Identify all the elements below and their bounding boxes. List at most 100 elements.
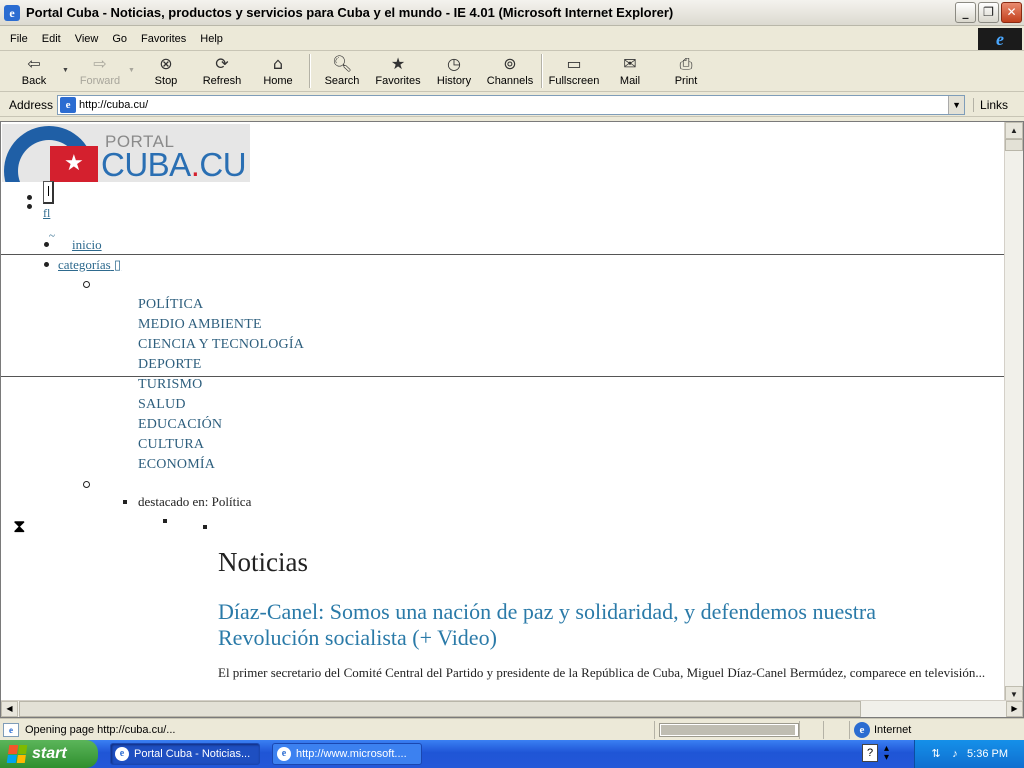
list-square-bullet: [203, 525, 207, 529]
taskbar-item-portal-cuba[interactable]: e Portal Cuba - Noticias...: [110, 743, 260, 765]
fullscreen-icon: ▭: [566, 54, 582, 73]
fullscreen-button[interactable]: ▭ Fullscreen: [546, 52, 602, 90]
status-text: Opening page http://cuba.cu/...: [25, 723, 176, 736]
hourglass-cursor-icon: ⧗: [13, 516, 26, 536]
category-educacion[interactable]: EDUCACIÓN: [138, 417, 222, 433]
cuban-flag-emblem-icon: ★: [2, 126, 98, 182]
forward-arrow-icon: ⇨: [93, 54, 107, 73]
taskbar-item-microsoft[interactable]: e http://www.microsoft....: [272, 743, 422, 765]
back-dropdown-icon[interactable]: ▼: [62, 52, 72, 90]
menu-toggle-button[interactable]: [43, 181, 54, 204]
volume-icon[interactable]: ♪: [948, 747, 962, 761]
window-title: Portal Cuba - Noticias, productos y serv…: [26, 5, 674, 20]
menu-favorites[interactable]: Favorites: [141, 33, 186, 45]
list-bullet: [27, 204, 32, 209]
list-circle-bullet: [83, 281, 90, 288]
system-tray: ⇅ ♪ 5:36 PM: [914, 740, 1024, 768]
horizontal-scroll-thumb[interactable]: [19, 701, 861, 717]
section-heading: Noticias: [218, 547, 308, 577]
start-button[interactable]: start: [0, 740, 98, 768]
menu-go[interactable]: Go: [112, 33, 127, 45]
home-button[interactable]: ⌂ Home: [250, 52, 306, 90]
category-politica[interactable]: POLÍTICA: [138, 297, 203, 313]
internet-globe-icon: e: [854, 721, 870, 738]
network-icon[interactable]: ⇅: [929, 747, 943, 761]
nav-divider: [1, 254, 1004, 255]
channels-satellite-icon: ⊚: [503, 54, 517, 73]
horizontal-scrollbar[interactable]: ◀ ▶: [1, 700, 1023, 717]
forward-dropdown-icon[interactable]: ▼: [128, 52, 138, 90]
category-medio-ambiente[interactable]: MEDIO AMBIENTE: [138, 317, 262, 333]
refresh-button[interactable]: ⟳ Refresh: [194, 52, 250, 90]
portal-cuba-logo[interactable]: ★ PORTAL CUBA.CU: [2, 124, 250, 183]
ie-throbber-logo: e: [978, 28, 1022, 50]
category-ciencia-tecnologia[interactable]: CIENCIA Y TECNOLOGÍA: [138, 337, 304, 353]
ie-app-icon: e: [4, 4, 20, 21]
stop-button[interactable]: ⊗ Stop: [138, 52, 194, 90]
search-globe-icon: 🔍︎: [332, 54, 353, 73]
list-square-bullet: [163, 519, 167, 523]
favorites-button[interactable]: ★ Favorites: [370, 52, 426, 90]
vertical-scrollbar[interactable]: ▲ ▼: [1004, 122, 1023, 703]
browser-viewport: ★ PORTAL CUBA.CU fl ~ inicio categorías …: [0, 121, 1024, 718]
search-button[interactable]: 🔍︎ Search: [314, 52, 370, 90]
favorites-folder-icon: ★: [390, 54, 406, 73]
forward-button[interactable]: ⇨ Forward: [72, 52, 128, 90]
list-bullet: [44, 262, 49, 267]
address-field[interactable]: e ▼: [57, 94, 966, 115]
status-cell: [799, 720, 823, 739]
menu-help[interactable]: Help: [200, 33, 223, 45]
channels-button[interactable]: ⊚ Channels: [482, 52, 538, 90]
article-excerpt: El primer secretario del Comité Central …: [218, 665, 986, 680]
refresh-icon: ⟳: [215, 54, 229, 73]
vertical-scroll-thumb[interactable]: [1005, 139, 1023, 151]
back-button[interactable]: ⇦ Back: [6, 52, 62, 90]
status-bar: e Opening page http://cuba.cu/... e Inte…: [0, 718, 1024, 740]
progress-fill: [661, 724, 795, 735]
close-button[interactable]: ✕: [1001, 2, 1022, 23]
category-turismo[interactable]: TURISMO: [138, 377, 202, 393]
clock[interactable]: 5:36 PM: [967, 748, 1008, 760]
list-square-bullet: [123, 500, 127, 504]
nav-toggle-link[interactable]: fl: [43, 206, 50, 221]
toolbar-separator: [541, 54, 543, 88]
minimize-button[interactable]: _: [955, 2, 976, 23]
links-toolbar[interactable]: Links: [973, 97, 1008, 112]
mail-button[interactable]: ✉ Mail: [602, 52, 658, 90]
logo-cuba-text: CUBA.CU: [101, 146, 247, 183]
list-bullet: [44, 242, 49, 247]
featured-label: destacado en: Política: [138, 494, 252, 509]
help-icon[interactable]: ?: [862, 744, 878, 762]
history-button[interactable]: ◷ History: [426, 52, 482, 90]
zone-label: Internet: [874, 723, 912, 736]
print-button[interactable]: ⎙ Print: [658, 52, 714, 90]
category-deporte[interactable]: DEPORTE: [138, 357, 202, 373]
web-page: ★ PORTAL CUBA.CU fl ~ inicio categorías …: [1, 122, 1004, 702]
printer-icon: ⎙: [679, 54, 693, 73]
scroll-right-arrow-icon[interactable]: ▶: [1006, 701, 1023, 717]
window-titlebar: e Portal Cuba - Noticias, productos y se…: [0, 0, 1024, 26]
ie-task-icon: e: [115, 747, 129, 761]
menu-view[interactable]: View: [75, 33, 99, 45]
category-salud[interactable]: SALUD: [138, 397, 186, 413]
progress-bar: [659, 722, 799, 737]
scroll-left-arrow-icon[interactable]: ◀: [1, 701, 18, 717]
page-icon: e: [60, 96, 77, 113]
address-bar: Address e ▼ Links: [0, 93, 1024, 117]
article-title-link[interactable]: Díaz-Canel: Somos una nación de paz y so…: [218, 599, 978, 651]
category-cultura[interactable]: CULTURA: [138, 437, 204, 453]
list-bullet: [27, 195, 32, 200]
list-circle-bullet: [83, 481, 90, 488]
nav-inicio-link[interactable]: inicio: [58, 237, 102, 253]
tray-expand-icon[interactable]: ▴ ▾: [884, 744, 889, 763]
mail-icon: ✉: [623, 54, 637, 73]
menu-file[interactable]: File: [10, 33, 28, 45]
category-economia[interactable]: ECONOMÍA: [138, 457, 215, 473]
address-input[interactable]: [79, 98, 949, 111]
menu-edit[interactable]: Edit: [42, 33, 61, 45]
address-dropdown-icon[interactable]: ▼: [948, 95, 965, 114]
nav-categorias-link[interactable]: categorías ▯: [58, 257, 121, 273]
home-icon: ⌂: [272, 54, 284, 73]
restore-button[interactable]: ❐: [978, 2, 999, 23]
scroll-up-arrow-icon[interactable]: ▲: [1005, 122, 1023, 139]
